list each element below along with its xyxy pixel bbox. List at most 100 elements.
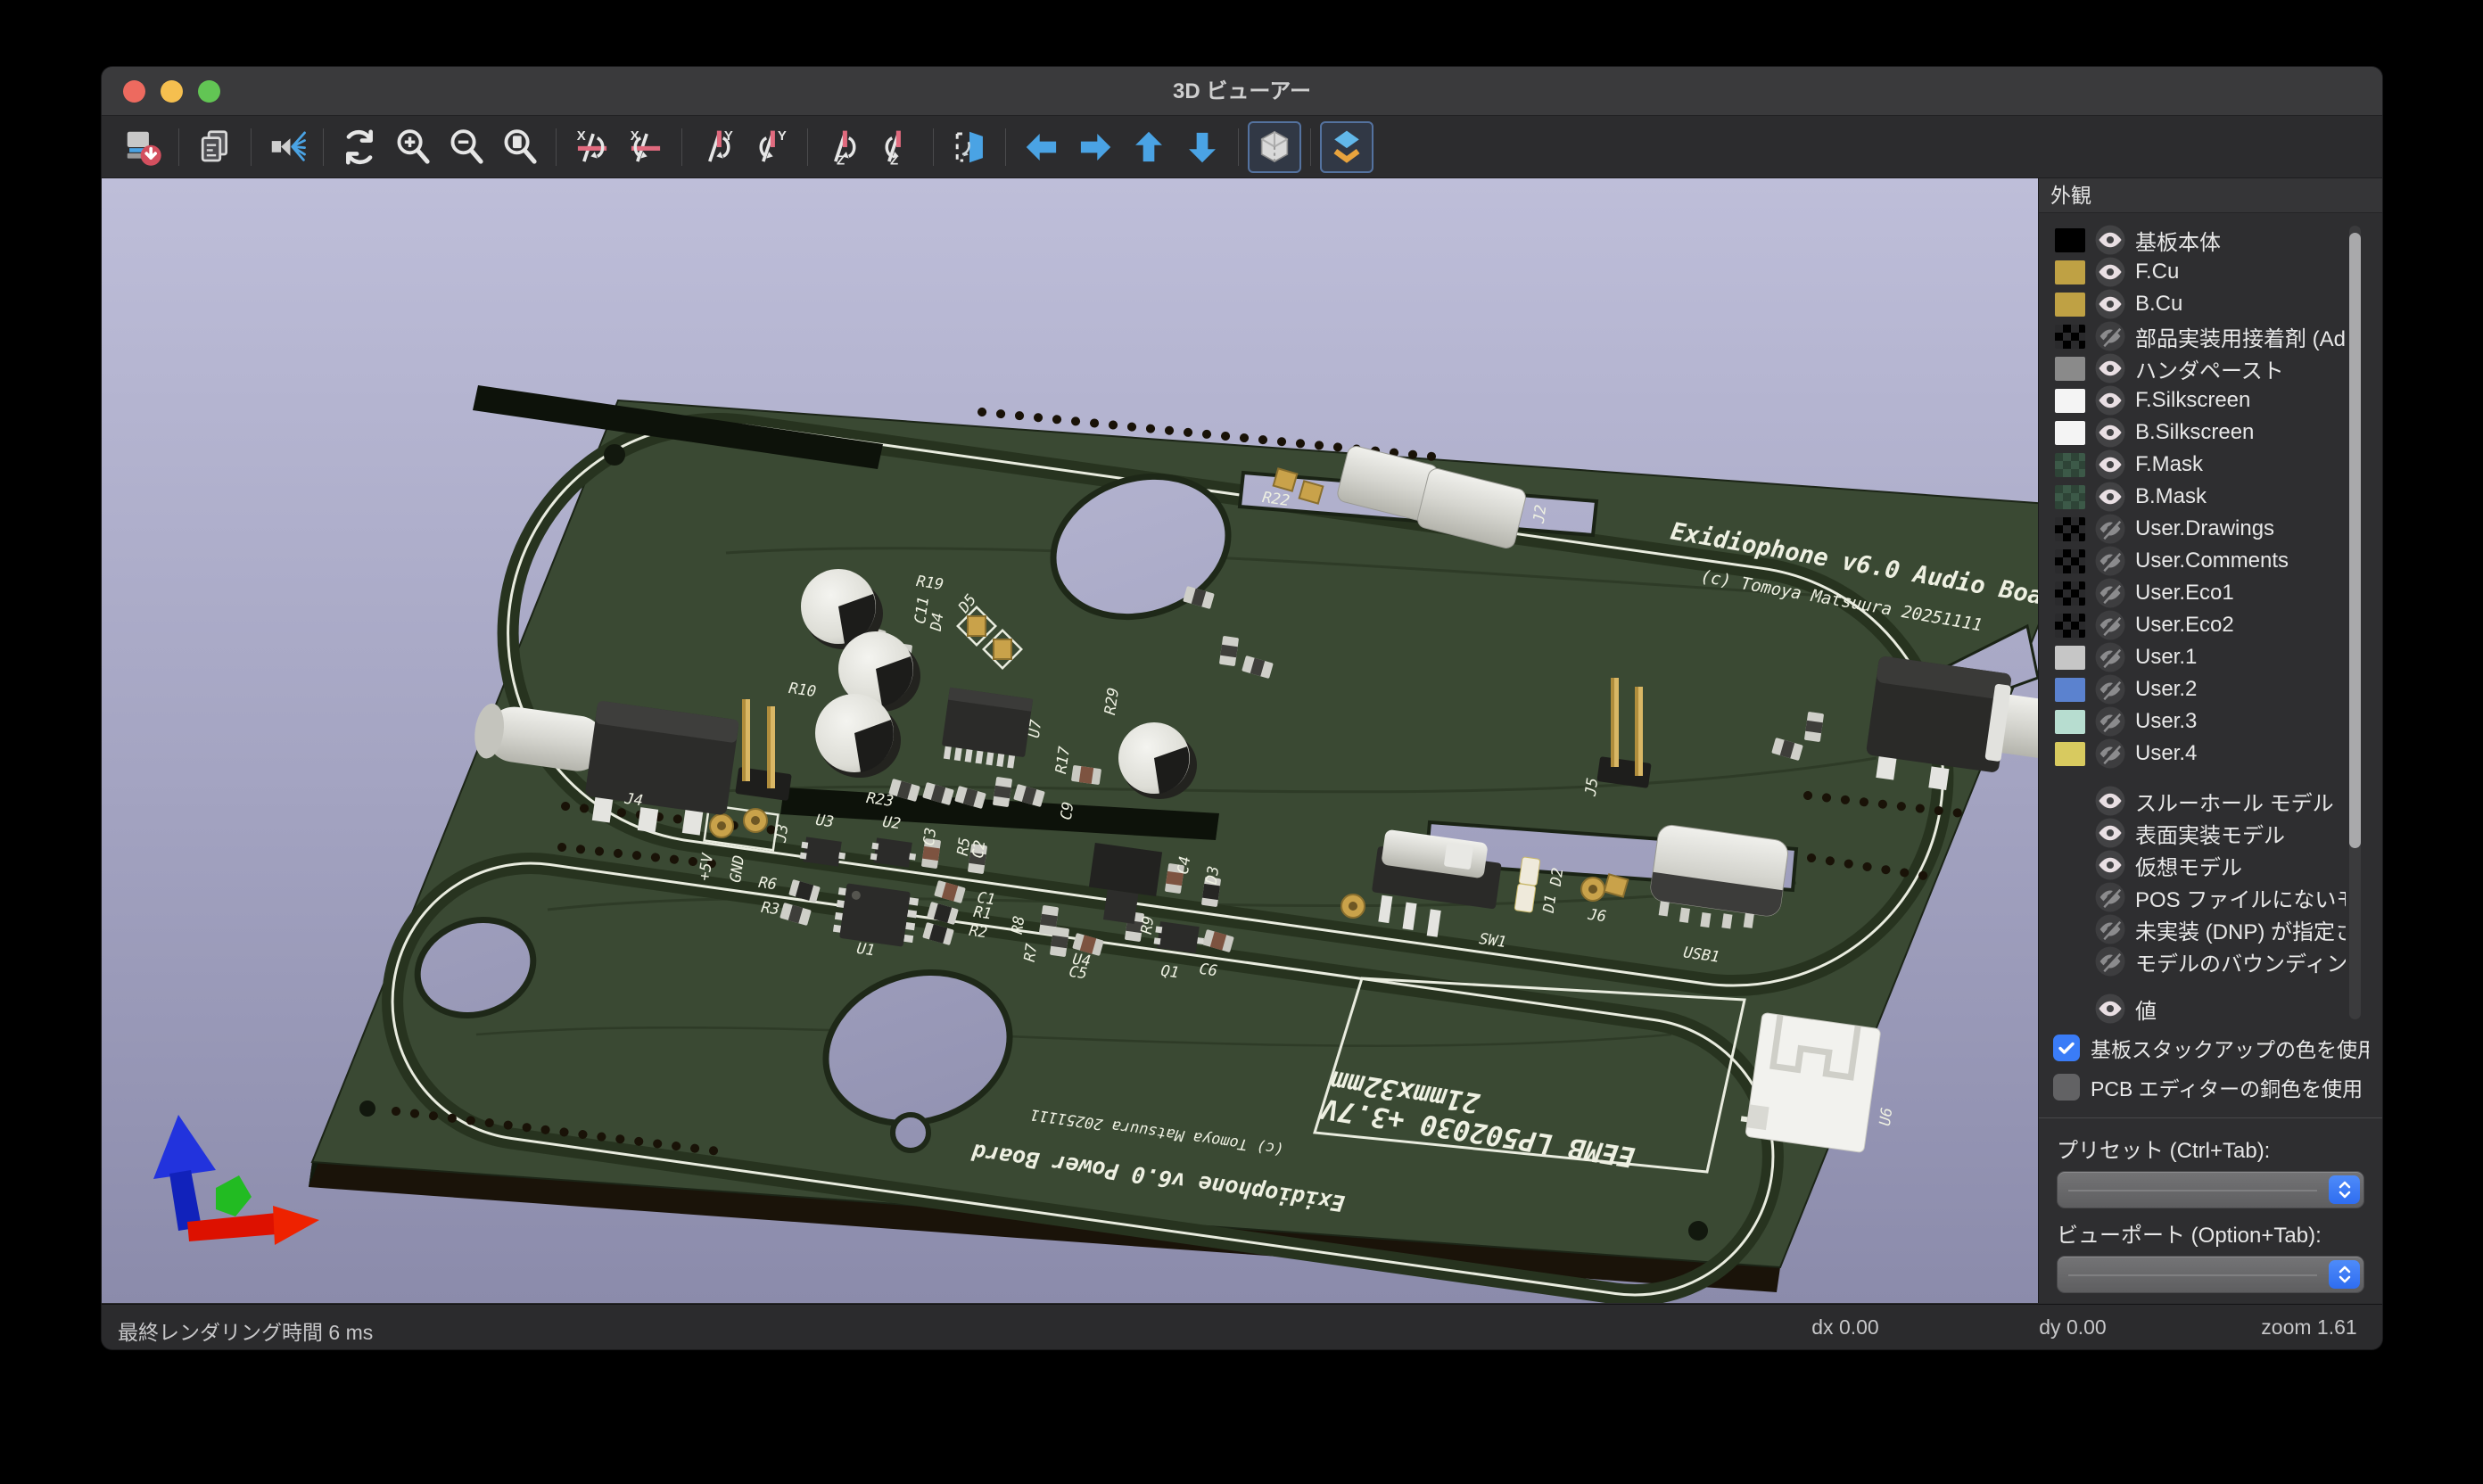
layer-color-swatch[interactable] <box>2055 228 2085 252</box>
eye-icon[interactable] <box>2094 416 2126 449</box>
render-options-button[interactable] <box>260 121 314 173</box>
layer-color-swatch[interactable] <box>2055 549 2085 573</box>
layer-row--[interactable]: ハンダペースト <box>2039 352 2382 384</box>
layer-row-f.silkscreen[interactable]: F.Silkscreen <box>2039 384 2382 416</box>
layer-color-swatch[interactable] <box>2055 742 2085 766</box>
model-toggle-row[interactable]: 仮想モデル <box>2039 849 2382 881</box>
eye-icon[interactable] <box>2094 993 2126 1025</box>
eye-icon[interactable] <box>2094 481 2126 513</box>
move-up-button[interactable] <box>1122 121 1176 173</box>
eye-off-icon[interactable] <box>2094 738 2126 770</box>
layer-row-user.drawings[interactable]: User.Drawings <box>2039 513 2382 545</box>
zoom-out-button[interactable] <box>440 121 493 173</box>
eye-icon[interactable] <box>2094 352 2126 384</box>
preset-select[interactable] <box>2057 1171 2364 1208</box>
eye-icon[interactable] <box>2094 224 2126 256</box>
model-toggle-row[interactable]: 未実装 (DNP) が指定されたモデル <box>2039 913 2382 945</box>
eye-off-icon[interactable] <box>2094 673 2126 705</box>
rotate-y-clockwise-button[interactable]: Y <box>691 121 745 173</box>
layer-color-swatch[interactable] <box>2055 260 2085 284</box>
eye-icon[interactable] <box>2094 817 2126 849</box>
combo-stepper-icon[interactable] <box>2329 1175 2360 1204</box>
redraw-button[interactable] <box>333 121 386 173</box>
layer-row-f.mask[interactable]: F.Mask <box>2039 449 2382 481</box>
layer-row-user.eco2[interactable]: User.Eco2 <box>2039 609 2382 641</box>
appearance-manager-button[interactable] <box>1320 121 1373 173</box>
rotate-x-clockwise-button[interactable]: X <box>565 121 619 173</box>
layer-color-swatch[interactable] <box>2055 678 2085 702</box>
layer-color-swatch[interactable] <box>2055 293 2085 317</box>
toolbar-separator <box>251 128 252 166</box>
layer-color-swatch[interactable] <box>2055 357 2085 381</box>
layer-color-swatch[interactable] <box>2055 421 2085 445</box>
rotate-y-counterclockwise-button[interactable]: Y <box>745 121 798 173</box>
layer-color-swatch[interactable] <box>2055 646 2085 670</box>
viewport-select[interactable] <box>2057 1256 2364 1293</box>
eye-off-icon[interactable] <box>2094 609 2126 641</box>
move-left-button[interactable] <box>1015 121 1068 173</box>
layer-row--[interactable]: 基板本体 <box>2039 224 2382 256</box>
eye-icon[interactable] <box>2094 785 2126 817</box>
checkbox-row[interactable]: PCB エディターの銅色を使用 <box>2039 1068 2382 1107</box>
layer-row--adhesive-[interactable]: 部品実装用接着剤 (Adhesive) <box>2039 320 2382 352</box>
refdes-label: C2 <box>969 839 990 860</box>
unchecked-checkbox[interactable] <box>2053 1074 2080 1101</box>
eye-off-icon[interactable] <box>2094 705 2126 738</box>
eye-icon[interactable] <box>2094 288 2126 320</box>
layer-row-user.4[interactable]: User.4 <box>2039 738 2382 770</box>
move-down-button[interactable] <box>1176 121 1229 173</box>
eye-icon[interactable] <box>2094 256 2126 288</box>
layer-row-user.eco1[interactable]: User.Eco1 <box>2039 577 2382 609</box>
eye-off-icon[interactable] <box>2094 545 2126 577</box>
layer-color-swatch[interactable] <box>2055 614 2085 638</box>
model-toggle-row[interactable]: モデルのバウンディング ボックス <box>2039 945 2382 977</box>
eye-off-icon[interactable] <box>2094 945 2126 977</box>
copy-image-button[interactable] <box>188 121 242 173</box>
layer-row-f.cu[interactable]: F.Cu <box>2039 256 2382 288</box>
layer-row-b.silkscreen[interactable]: B.Silkscreen <box>2039 416 2382 449</box>
scrollbar-thumb[interactable] <box>2349 233 2361 848</box>
model-toggle-row[interactable]: 値 <box>2039 993 2382 1025</box>
eye-off-icon[interactable] <box>2094 577 2126 609</box>
layer-color-swatch[interactable] <box>2055 325 2085 349</box>
eye-off-icon[interactable] <box>2094 641 2126 673</box>
combo-stepper-icon[interactable] <box>2329 1260 2360 1289</box>
eye-icon[interactable] <box>2094 849 2126 881</box>
flip-board-button[interactable] <box>943 121 996 173</box>
checked-checkbox[interactable] <box>2053 1035 2080 1061</box>
rotate-x-counterclockwise-button[interactable]: X <box>619 121 672 173</box>
3d-viewport[interactable]: J4R10R23R19C11D4D5U7R29R17C9J2R22J5+5VGN… <box>102 178 2038 1303</box>
checkbox-row[interactable]: 基板スタックアップの色を使用 <box>2039 1028 2382 1068</box>
layer-color-swatch[interactable] <box>2055 453 2085 477</box>
move-right-button[interactable] <box>1068 121 1122 173</box>
orthographic-projection-button[interactable] <box>1248 121 1301 173</box>
zoom-in-button[interactable] <box>386 121 440 173</box>
rotate-z-counterclockwise-button[interactable]: Z <box>870 121 924 173</box>
pcb-board[interactable]: J4R10R23R19C11D4D5U7R29R17C9J2R22J5+5VGN… <box>312 385 2038 1303</box>
model-toggle-row[interactable]: POS ファイルにないモデル <box>2039 881 2382 913</box>
eye-off-icon[interactable] <box>2094 320 2126 352</box>
eye-icon[interactable] <box>2094 449 2126 481</box>
title-bar[interactable]: 3D ビューアー <box>102 67 2382 116</box>
scrollbar[interactable] <box>2349 226 2361 1019</box>
layer-row-user.3[interactable]: User.3 <box>2039 705 2382 738</box>
zoom-to-fit-button[interactable] <box>493 121 547 173</box>
layer-row-b.cu[interactable]: B.Cu <box>2039 288 2382 320</box>
layer-row-user.comments[interactable]: User.Comments <box>2039 545 2382 577</box>
layer-row-user.2[interactable]: User.2 <box>2039 673 2382 705</box>
layer-color-swatch[interactable] <box>2055 389 2085 413</box>
model-toggle-row[interactable]: 表面実装モデル <box>2039 817 2382 849</box>
eye-icon[interactable] <box>2094 384 2126 416</box>
layer-row-b.mask[interactable]: B.Mask <box>2039 481 2382 513</box>
rotate-z-clockwise-button[interactable]: Z <box>817 121 870 173</box>
eye-off-icon[interactable] <box>2094 913 2126 945</box>
eye-off-icon[interactable] <box>2094 881 2126 913</box>
export-board-image-button[interactable] <box>116 121 169 173</box>
layer-color-swatch[interactable] <box>2055 517 2085 541</box>
layer-row-user.1[interactable]: User.1 <box>2039 641 2382 673</box>
model-toggle-row[interactable]: スルーホール モデル <box>2039 785 2382 817</box>
eye-off-icon[interactable] <box>2094 513 2126 545</box>
layer-color-swatch[interactable] <box>2055 710 2085 734</box>
layer-color-swatch[interactable] <box>2055 581 2085 606</box>
layer-color-swatch[interactable] <box>2055 485 2085 509</box>
